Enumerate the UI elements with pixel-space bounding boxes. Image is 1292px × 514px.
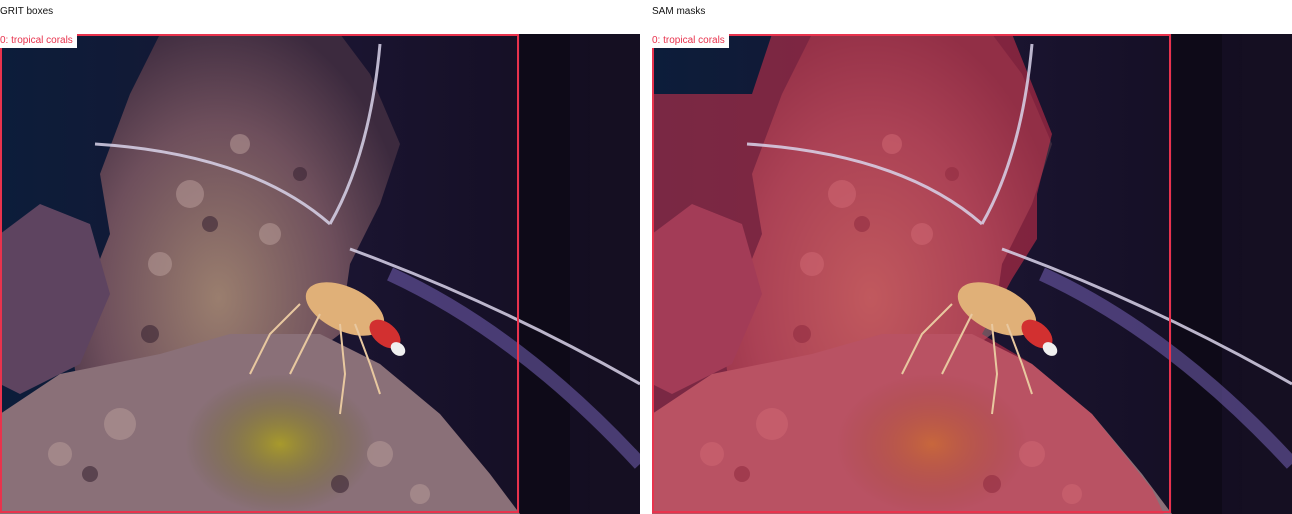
panel-title: GRIT boxes [0, 6, 54, 17]
panel-title: SAM masks [652, 6, 706, 17]
coral-reef-photo [0, 34, 640, 514]
bounding-box-label: 0: tropical corals [652, 34, 729, 48]
coral-reef-photo-masked [652, 34, 1292, 514]
bounding-box-label: 0: tropical corals [0, 34, 77, 48]
sam-masks-panel: SAM masks 0: tropical corals [652, 0, 1292, 514]
grit-boxes-panel: GRIT boxes 0: tropical corals [0, 0, 640, 514]
